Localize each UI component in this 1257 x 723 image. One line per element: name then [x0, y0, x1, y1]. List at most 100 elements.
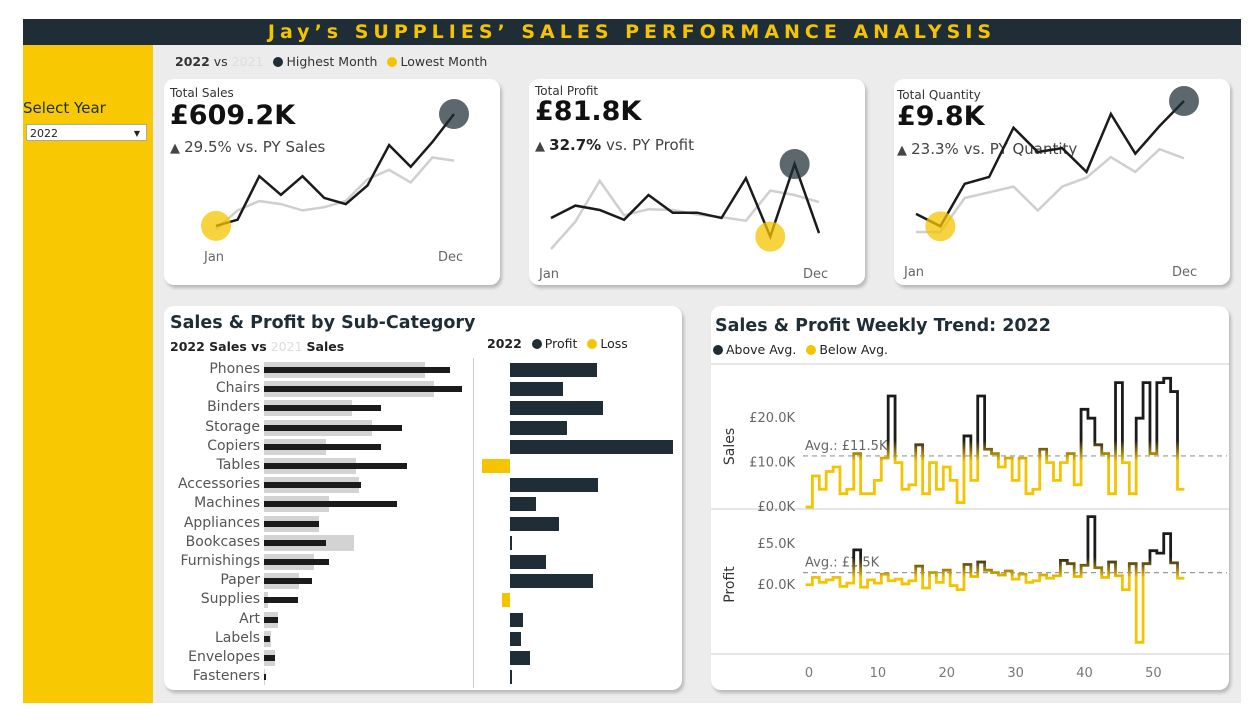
lowest-month-marker	[755, 221, 786, 252]
profit-bar	[510, 478, 599, 493]
profit-axis-tick: £0.0K	[758, 578, 796, 593]
category-label: Furnishings	[180, 553, 260, 569]
category-label: Phones	[209, 361, 260, 377]
current-year-line	[215, 113, 455, 228]
category-label: Fasteners	[192, 668, 260, 685]
profit-bar	[510, 535, 513, 550]
subcategory-sales-legend: 2022 Sales vs 2021 Sales	[170, 339, 344, 354]
highest-month-marker	[779, 149, 810, 179]
sales-axis-tick: £0.0K	[758, 500, 796, 515]
category-label: Art	[239, 610, 260, 627]
profit-bar	[510, 574, 594, 589]
profit-bar	[510, 382, 563, 397]
sales-average-label: Avg.: £11.5K	[805, 439, 888, 454]
profit-dot-icon	[531, 339, 542, 349]
chevron-down-icon[interactable]: ▼	[134, 125, 140, 142]
category-label: Bookcases	[185, 533, 260, 550]
sales-axis-title: Sales	[722, 428, 738, 465]
profit-bar	[510, 555, 547, 569]
legend-previous-year: 2021	[231, 54, 264, 69]
week-axis-tick: 50	[1145, 666, 1162, 681]
profit-axis-title: Profit	[722, 566, 738, 603]
sales-2022-bar	[264, 443, 381, 450]
sales-2022-bar	[264, 463, 408, 469]
highest-month-marker	[1169, 86, 1199, 116]
legend-loss: Loss	[600, 336, 628, 351]
legend-sales-prev: 2021	[270, 339, 303, 354]
profit-bar	[510, 420, 568, 435]
profit-bar	[510, 670, 512, 685]
profit-average-label: Avg.: £1.5K	[805, 556, 880, 571]
legend-profit-year: 2022	[487, 336, 522, 351]
week-axis-tick: 30	[1007, 666, 1024, 681]
kpi-sparkline	[550, 149, 821, 252]
loss-dot-icon	[587, 339, 598, 349]
kpi-sparkline	[201, 99, 469, 241]
kpi-card-profit[interactable]: Total Profit £81.8K ▲ 32.7% vs. PY Profit J…	[529, 79, 865, 285]
legend-highest: Highest Month	[286, 54, 378, 69]
sales-2022-bar	[264, 501, 397, 508]
profit-bar	[510, 612, 524, 627]
category-label: Storage	[205, 418, 260, 435]
sales-2022-bar	[264, 655, 275, 661]
sales-2022-bar	[264, 597, 298, 604]
kpi-card-sales[interactable]: Total Sales £609.2K ▲ 29.5% vs. PY Sales Ja…	[164, 79, 500, 285]
loss-bar	[502, 593, 510, 608]
sales-2022-bar	[264, 616, 279, 623]
lowest-month-dot-icon	[387, 57, 398, 67]
category-label: Labels	[214, 629, 260, 646]
subcategory-divider	[473, 358, 474, 688]
sales-2022-bar	[264, 424, 402, 431]
legend-sales-tail: Sales	[306, 339, 345, 354]
week-axis-tick: 40	[1076, 666, 1093, 681]
profit-bar	[510, 631, 521, 646]
sales-2022-bar	[264, 578, 312, 585]
sales-2022-bar	[264, 674, 266, 681]
top-legend: 2022 vs 2021 Highest Month Lowest Month	[175, 54, 487, 69]
week-axis-tick: 10	[870, 666, 887, 681]
category-label: Chairs	[215, 380, 260, 397]
legend-current-year: 2022	[175, 54, 210, 69]
category-label: Copiers	[207, 437, 260, 454]
legend-lowest: Lowest Month	[400, 54, 488, 69]
sales-2022-bar	[264, 482, 362, 489]
category-label: Tables	[216, 457, 261, 473]
profit-bar	[510, 516, 559, 531]
profit-bar	[510, 401, 604, 416]
profit-bar	[510, 439, 673, 454]
subcategory-card: Sales & Profit by Sub-Category 2022 Sale…	[164, 306, 682, 690]
select-year-label: Select Year	[23, 99, 106, 117]
category-label: Binders	[207, 399, 260, 416]
profit-bar	[510, 651, 530, 665]
sales-2022-bar	[264, 386, 462, 393]
legend-vs: vs	[213, 54, 228, 69]
year-dropdown-value: 2022	[30, 127, 58, 140]
legend-profit: Profit	[544, 336, 578, 351]
profit-step-line	[805, 515, 1185, 644]
week-axis-tick: 0	[805, 666, 813, 681]
category-label: Paper	[220, 572, 260, 589]
category-label: Accessories	[177, 476, 260, 493]
sales-2022-bar	[264, 367, 450, 373]
sales-2022-bar	[264, 635, 271, 642]
subcategory-profit-legend: 2022 Profit Loss	[487, 336, 628, 351]
highest-month-dot-icon	[273, 57, 284, 67]
loss-bar	[482, 459, 510, 473]
year-dropdown[interactable]: 2022 ▼	[26, 124, 147, 141]
category-label: Appliances	[183, 514, 260, 531]
subcategory-title: Sales & Profit by Sub-Category	[170, 313, 476, 333]
kpi-sparkline	[915, 86, 1199, 242]
profit-axis-tick: £5.0K	[758, 537, 796, 552]
sales-2022-bar	[264, 559, 330, 565]
kpi-card-quantity[interactable]: Total Quantity £9.8K ▲ 23.3% vs. PY Quanti…	[894, 79, 1230, 285]
category-label: Machines	[194, 495, 260, 512]
lowest-month-marker	[201, 210, 231, 241]
category-label: Envelopes	[188, 649, 260, 665]
weekly-trend-card: Sales & Profit Weekly Trend: 2022 Above …	[711, 306, 1229, 690]
sales-axis-tick: £20.0K	[749, 411, 795, 426]
week-axis-tick: 20	[939, 666, 956, 681]
dashboard-title: Jay’s SUPPLIES’ SALES PERFORMANCE ANALYS…	[23, 19, 1241, 45]
profit-bar	[510, 363, 597, 377]
sidebar	[23, 45, 153, 703]
highest-month-marker	[439, 99, 469, 129]
